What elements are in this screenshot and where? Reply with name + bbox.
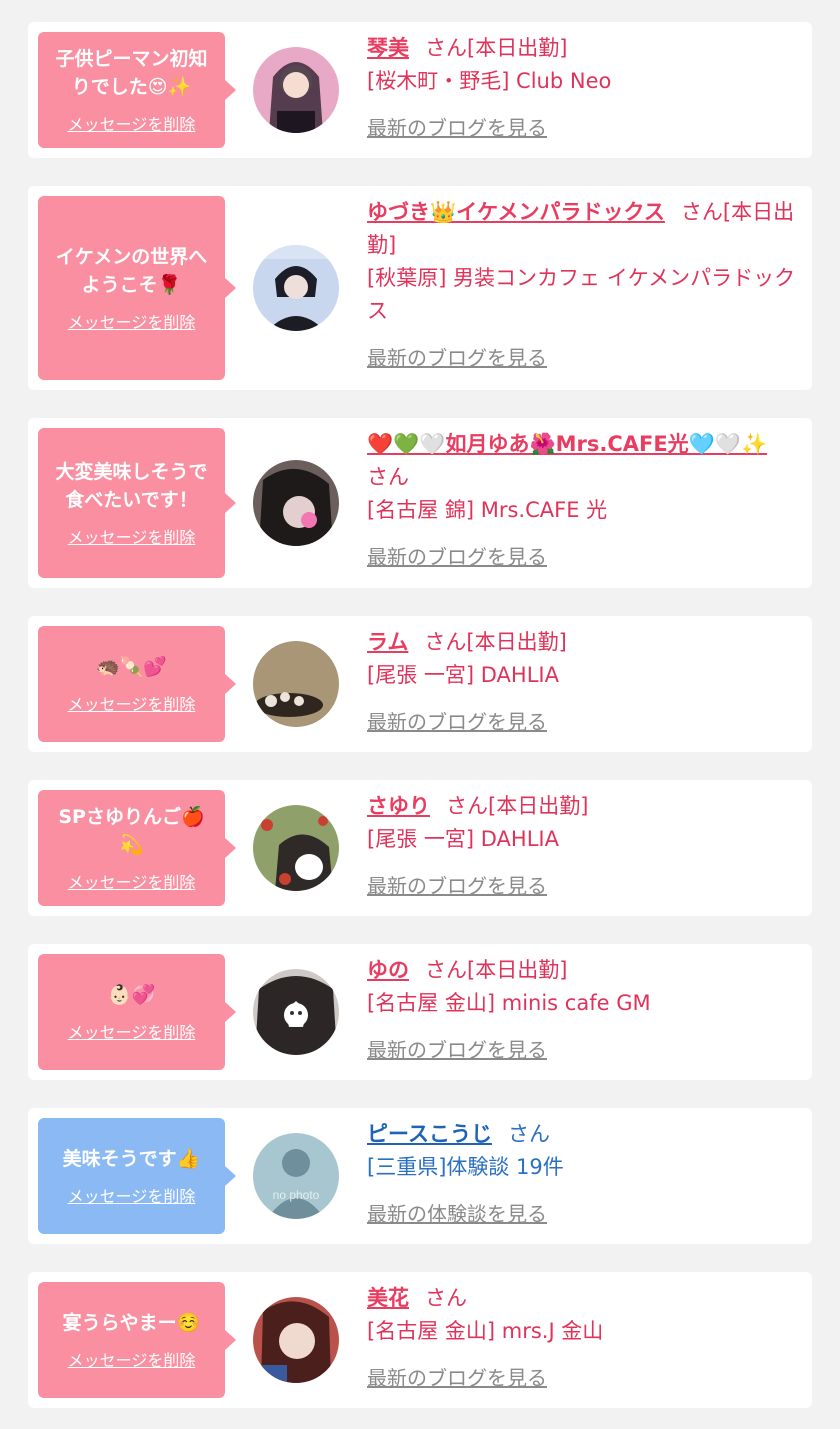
status-text: さん: [507, 1122, 550, 1146]
item-info: 琴美 さん[本日出勤] [桜木町・野毛] Club Neo 最新のブログを見る: [367, 32, 798, 145]
message-text: 👶🏻💞: [107, 984, 156, 1006]
item-info: ピースこうじ さん [三重県]体験談 19件 最新の体験談を見る: [367, 1118, 798, 1231]
user-name-link[interactable]: ゆづき👑イケメンパラドックス: [367, 200, 665, 224]
status-text: さん: [425, 1286, 467, 1310]
status-text: さん: [367, 465, 409, 489]
status-text: さん[本日出勤]: [424, 630, 567, 654]
list-item: 宴うらやまー☺️ メッセージを削除 美花 さん [名古屋 金山] mrs.J 金山…: [28, 1272, 812, 1408]
message-bubble: 美味そうです👍 メッセージを削除: [38, 1118, 236, 1234]
shop-text: [名古屋 錦] Mrs.CAFE 光: [367, 498, 608, 522]
shop-text: [名古屋 金山] mrs.J 金山: [367, 1319, 604, 1343]
shop-text: [尾張 一宮] DAHLIA: [367, 663, 559, 687]
avatar[interactable]: [253, 805, 339, 891]
message-text: 大変美味しそうで 食べたいです！: [55, 461, 208, 511]
no-photo-text: no photo: [273, 1188, 320, 1202]
latest-blog-link[interactable]: 最新のブログを見る: [367, 1034, 547, 1067]
item-info: ゆづき👑イケメンパラドックス さん[本日出勤] [秋葉原] 男装コンカフェ イケメ…: [367, 196, 798, 375]
user-name-link[interactable]: ピースこうじ: [367, 1122, 492, 1146]
status-text: さん[本日出勤]: [425, 36, 568, 60]
latest-blog-link[interactable]: 最新のブログを見る: [367, 1362, 547, 1395]
delete-message-link[interactable]: メッセージを削除: [68, 1183, 196, 1207]
message-text: 子供ピーマン初知 りでした😍✨: [55, 48, 208, 98]
item-info: 美花 さん [名古屋 金山] mrs.J 金山 最新のブログを見る: [367, 1282, 798, 1395]
status-text: さん[本日出勤]: [446, 794, 589, 818]
avatar[interactable]: [253, 969, 339, 1055]
shop-text: [秋葉原] 男装コンカフェ イケメンパラドックス: [367, 266, 796, 323]
user-name-link[interactable]: さゆり: [367, 794, 430, 818]
status-text: さん[本日出勤]: [425, 958, 568, 982]
message-bubble: 大変美味しそうで 食べたいです！ メッセージを削除: [38, 428, 236, 578]
delete-message-link[interactable]: メッセージを削除: [68, 309, 196, 333]
list-item: 👶🏻💞 メッセージを削除 ゆの さん[本日出勤] [名古屋 金山] minis c…: [28, 944, 812, 1080]
message-bubble: 子供ピーマン初知 りでした😍✨ メッセージを削除: [38, 32, 236, 148]
avatar[interactable]: [253, 460, 339, 546]
item-info: ゆの さん[本日出勤] [名古屋 金山] minis cafe GM 最新のブログ…: [367, 954, 798, 1067]
avatar[interactable]: no photo: [253, 1133, 339, 1219]
shop-text: [桜木町・野毛] Club Neo: [367, 69, 612, 93]
user-name-link[interactable]: ラム: [367, 630, 408, 654]
message-bubble: 宴うらやまー☺️ メッセージを削除: [38, 1282, 236, 1398]
item-info: ラム さん[本日出勤] [尾張 一宮] DAHLIA 最新のブログを見る: [367, 626, 798, 739]
delete-message-link[interactable]: メッセージを削除: [68, 691, 196, 715]
message-bubble: イケメンの世界へ ようこそ🌹 メッセージを削除: [38, 196, 236, 380]
item-info: さゆり さん[本日出勤] [尾張 一宮] DAHLIA 最新のブログを見る: [367, 790, 798, 903]
list-item: SPさゆりんご🍎 💫 メッセージを削除 さゆり さん[本日出勤] [尾張 一宮] …: [28, 780, 812, 916]
message-text: SPさゆりんご🍎 💫: [58, 806, 205, 856]
shop-text: [名古屋 金山] minis cafe GM: [367, 991, 651, 1015]
latest-blog-link[interactable]: 最新のブログを見る: [367, 541, 547, 574]
shop-text: [三重県]体験談 19件: [367, 1155, 564, 1179]
avatar[interactable]: [253, 641, 339, 727]
list-item: 美味そうです👍 メッセージを削除 no photo ピースこうじ さん [三重県]…: [28, 1108, 812, 1244]
latest-blog-link[interactable]: 最新のブログを見る: [367, 706, 547, 739]
avatar[interactable]: [253, 245, 339, 331]
user-name-link[interactable]: 琴美: [367, 36, 409, 60]
message-text: 🦔🍡💕: [96, 656, 167, 678]
list-item: 🦔🍡💕 メッセージを削除 ラム さん[本日出勤] [尾張 一宮] DAHLIA 最…: [28, 616, 812, 752]
latest-blog-link[interactable]: 最新のブログを見る: [367, 342, 547, 375]
item-info: ❤️💚🤍如月ゆあ🌺Mrs.CAFE光🩵🤍✨ さん [名古屋 錦] Mrs.CAFE…: [367, 428, 798, 574]
delete-message-link[interactable]: メッセージを削除: [68, 111, 196, 135]
avatar[interactable]: [253, 1297, 339, 1383]
message-text: 美味そうです👍: [62, 1148, 201, 1170]
delete-message-link[interactable]: メッセージを削除: [68, 869, 196, 893]
user-name-link[interactable]: ❤️💚🤍如月ゆあ🌺Mrs.CAFE光🩵🤍✨: [367, 432, 767, 456]
shop-text: [尾張 一宮] DAHLIA: [367, 827, 559, 851]
user-name-link[interactable]: 美花: [367, 1286, 409, 1310]
message-bubble: 👶🏻💞 メッセージを削除: [38, 954, 236, 1070]
delete-message-link[interactable]: メッセージを削除: [68, 524, 196, 548]
list-item: 大変美味しそうで 食べたいです！ メッセージを削除 ❤️💚🤍如月ゆあ🌺Mrs.C…: [28, 418, 812, 588]
message-list: 子供ピーマン初知 りでした😍✨ メッセージを削除 琴美 さん[本日出勤] [桜木町…: [0, 0, 840, 1408]
message-text: イケメンの世界へ ようこそ🌹: [55, 246, 208, 296]
list-item: 子供ピーマン初知 りでした😍✨ メッセージを削除 琴美 さん[本日出勤] [桜木町…: [28, 22, 812, 158]
message-bubble: SPさゆりんご🍎 💫 メッセージを削除: [38, 790, 236, 906]
delete-message-link[interactable]: メッセージを削除: [68, 1019, 196, 1043]
message-text: 宴うらやまー☺️: [62, 1312, 201, 1334]
delete-message-link[interactable]: メッセージを削除: [68, 1347, 196, 1371]
list-item: イケメンの世界へ ようこそ🌹 メッセージを削除 ゆづき👑イケメンパラドックス さん…: [28, 186, 812, 390]
latest-blog-link[interactable]: 最新のブログを見る: [367, 870, 547, 903]
latest-report-link[interactable]: 最新の体験談を見る: [367, 1198, 547, 1231]
message-bubble: 🦔🍡💕 メッセージを削除: [38, 626, 236, 742]
avatar[interactable]: [253, 47, 339, 133]
user-name-link[interactable]: ゆの: [367, 958, 409, 982]
latest-blog-link[interactable]: 最新のブログを見る: [367, 112, 547, 145]
